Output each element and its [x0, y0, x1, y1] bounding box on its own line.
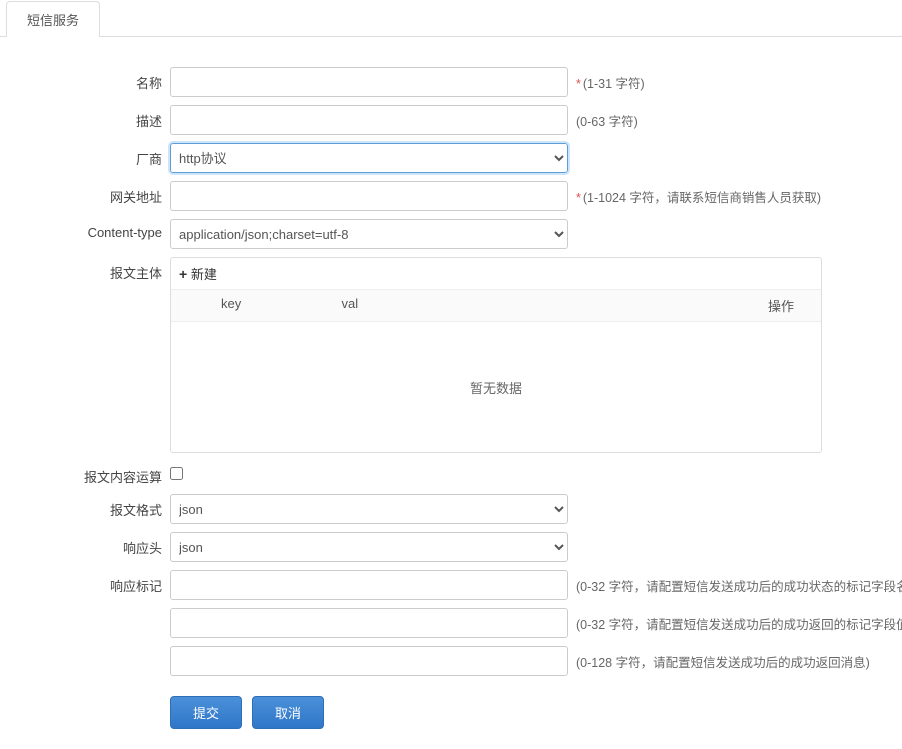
col-val: val — [334, 290, 742, 321]
content-type-select[interactable]: application/json;charset=utf-8 — [170, 219, 568, 249]
tab-label: 短信服务 — [27, 13, 79, 28]
body-table: + 新建 key val 操作 暂无数据 — [170, 257, 822, 453]
body-table-header: key val 操作 — [171, 290, 821, 322]
body-format-select[interactable]: json — [170, 494, 568, 524]
tabs-bar: 短信服务 — [0, 0, 902, 37]
name-input[interactable] — [170, 67, 568, 97]
vendor-select[interactable]: http协议 — [170, 143, 568, 173]
hint-gateway: *(1-1024 字符，请联系短信商销售人员获取) — [568, 181, 821, 206]
tab-sms-service[interactable]: 短信服务 — [6, 1, 100, 37]
resp-flag-fieldval-input[interactable] — [170, 608, 568, 638]
body-toolbar: + 新建 — [171, 258, 821, 290]
label-vendor: 厂商 — [10, 143, 170, 168]
hint-resp-flag-fieldname: (0-32 字符，请配置短信发送成功后的成功状态的标记字段名) — [568, 570, 902, 595]
body-table-empty: 暂无数据 — [171, 322, 821, 452]
label-desc: 描述 — [10, 105, 170, 130]
submit-button[interactable]: 提交 — [170, 696, 242, 729]
hint-resp-flag-message: (0-128 字符，请配置短信发送成功后的成功返回消息) — [568, 646, 870, 671]
required-mark: * — [576, 191, 581, 205]
label-resp-head: 响应头 — [10, 532, 170, 557]
desc-input[interactable] — [170, 105, 568, 135]
label-content-type: Content-type — [10, 219, 170, 240]
resp-flag-fieldname-input[interactable] — [170, 570, 568, 600]
cancel-button[interactable]: 取消 — [252, 696, 324, 729]
gateway-input[interactable] — [170, 181, 568, 211]
required-mark: * — [576, 77, 581, 91]
hint-resp-flag-fieldval: (0-32 字符，请配置短信发送成功后的成功返回的标记字段值) — [568, 608, 902, 633]
label-body: 报文主体 — [10, 257, 170, 282]
label-resp-flag: 响应标记 — [10, 570, 170, 595]
label-gateway: 网关地址 — [10, 181, 170, 206]
hint-name: *(1-31 字符) — [568, 67, 645, 92]
col-key: key — [171, 290, 334, 321]
plus-icon: + — [179, 266, 187, 282]
add-label: 新建 — [191, 267, 217, 282]
col-op: 操作 — [741, 290, 821, 321]
resp-flag-message-input[interactable] — [170, 646, 568, 676]
label-body-format: 报文格式 — [10, 494, 170, 519]
add-body-row-button[interactable]: + 新建 — [179, 264, 217, 283]
resp-head-select[interactable]: json — [170, 532, 568, 562]
label-name: 名称 — [10, 67, 170, 92]
sms-form: 名称 *(1-31 字符) 描述 (0-63 字符) 厂商 http协议 网关地… — [0, 37, 902, 749]
hint-desc: (0-63 字符) — [568, 105, 638, 130]
body-compute-checkbox[interactable] — [170, 467, 183, 480]
label-body-compute: 报文内容运算 — [10, 461, 170, 486]
